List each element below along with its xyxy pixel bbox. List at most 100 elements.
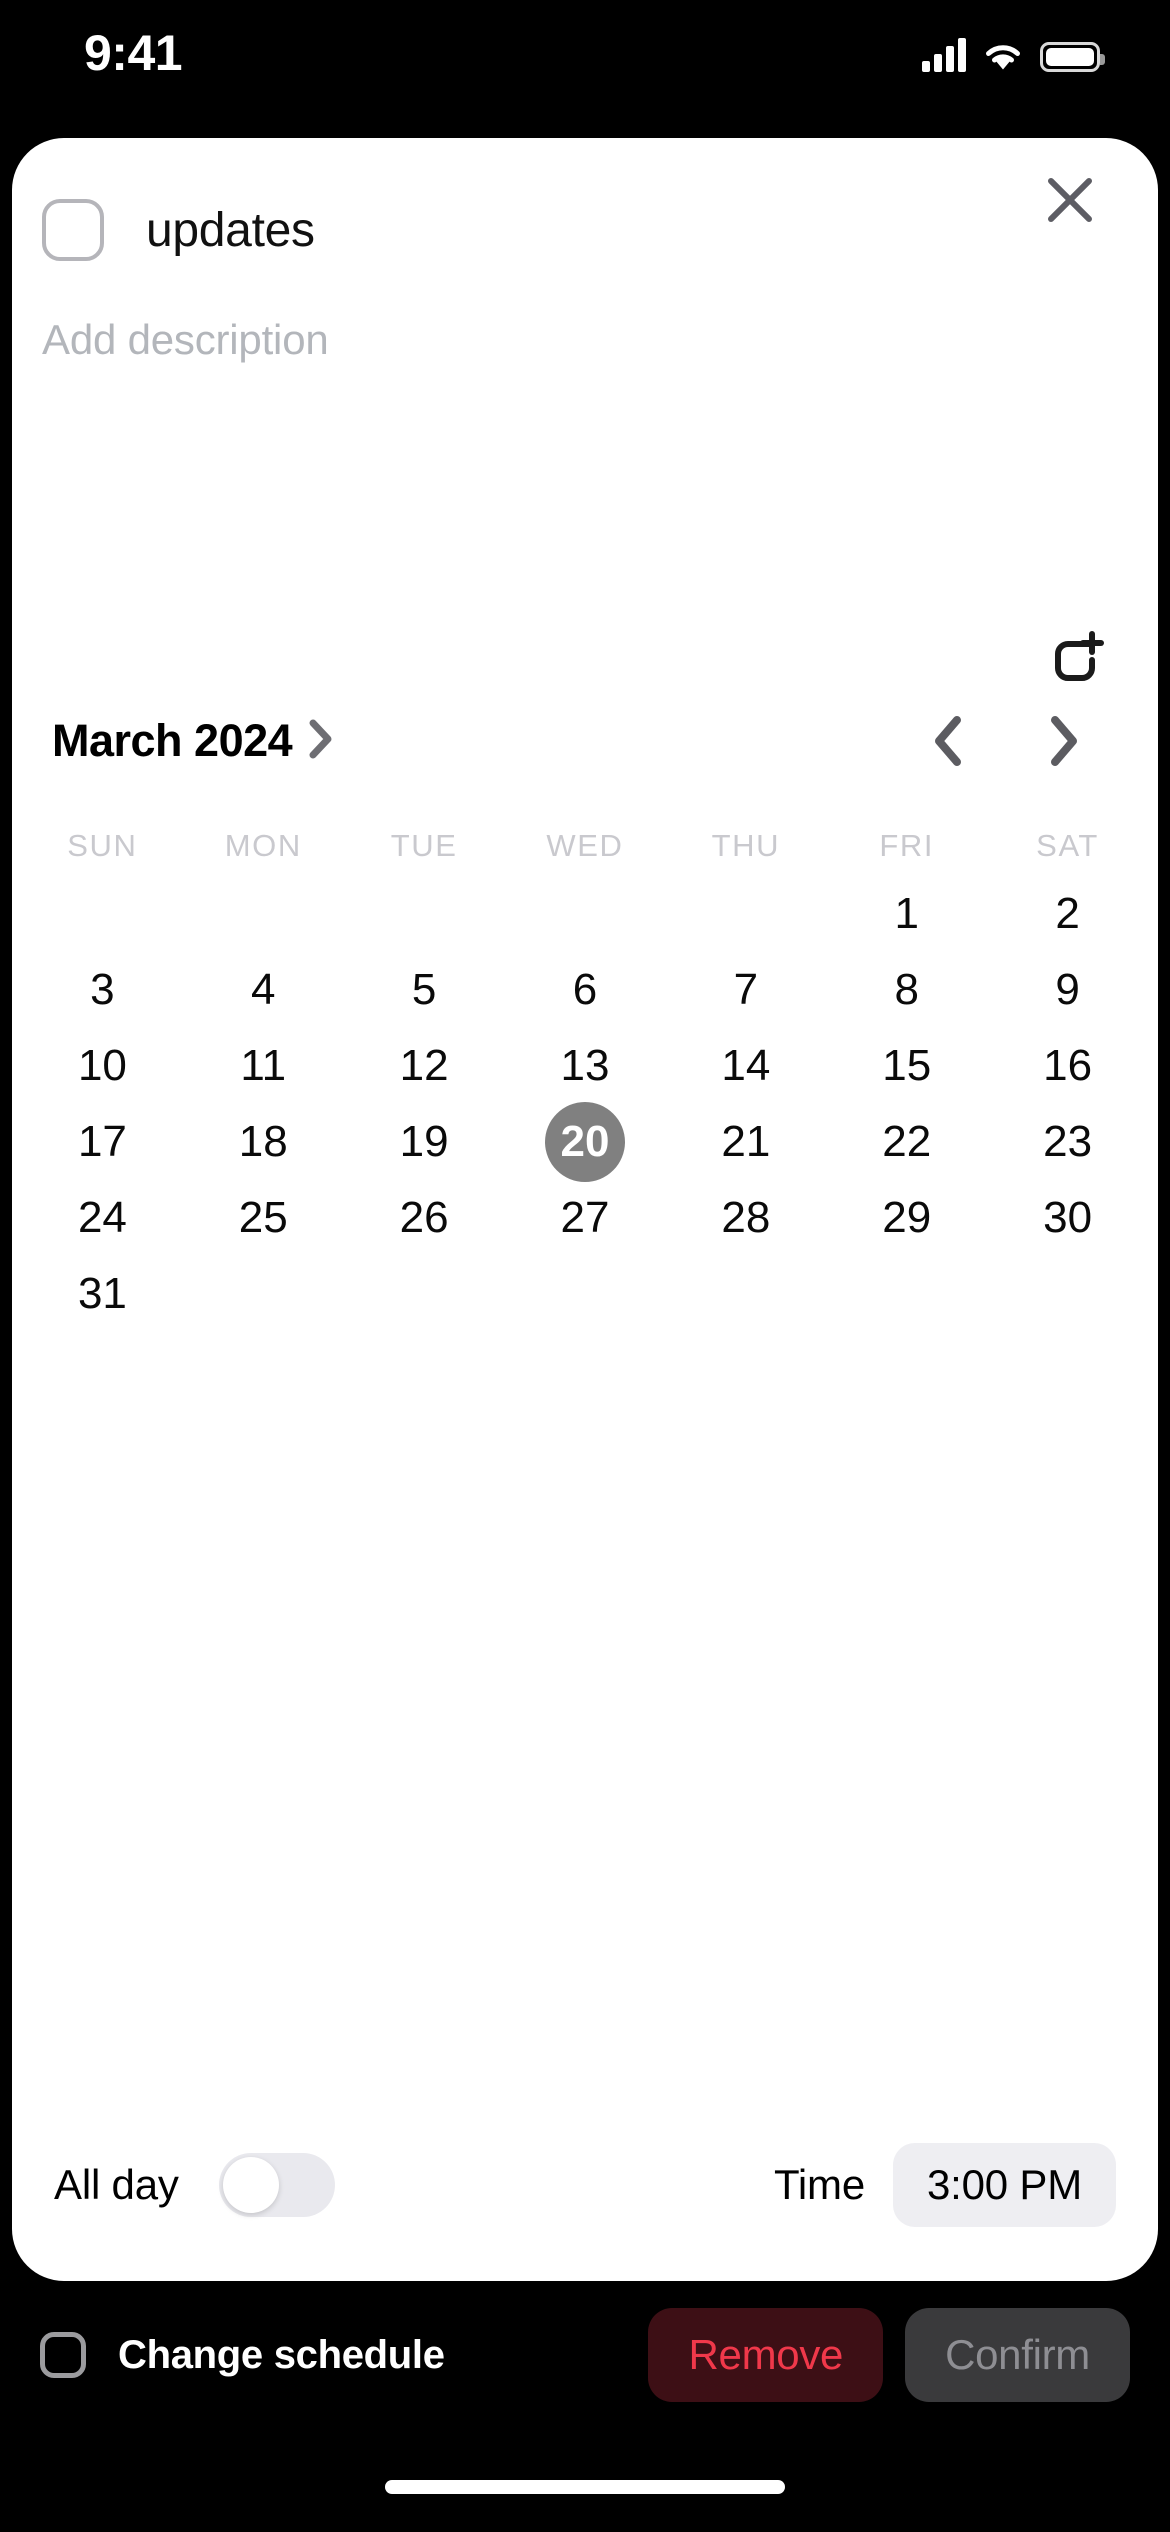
calendar-day-25[interactable]: 25 <box>183 1180 344 1256</box>
calendar-header: March 2024 <box>12 698 1158 784</box>
calendar-day-8[interactable]: 8 <box>826 952 987 1028</box>
calendar-day-5[interactable]: 5 <box>344 952 505 1028</box>
calendar-day-number: 18 <box>238 1117 288 1166</box>
weekday-tue: TUE <box>390 828 458 863</box>
calendar-day-17[interactable]: 17 <box>22 1104 183 1180</box>
calendar-day-number: 25 <box>238 1193 288 1242</box>
weekday-mon: MON <box>224 828 302 863</box>
task-title[interactable]: updates <box>146 203 315 258</box>
calendar-day-11[interactable]: 11 <box>183 1028 344 1104</box>
task-complete-checkbox[interactable] <box>42 199 104 261</box>
calendar-day-29[interactable]: 29 <box>826 1180 987 1256</box>
calendar-day-19[interactable]: 19 <box>344 1104 505 1180</box>
change-schedule-label[interactable]: Change schedule <box>118 2333 445 2378</box>
calendar-day-23[interactable]: 23 <box>987 1104 1148 1180</box>
calendar-day-24[interactable]: 24 <box>22 1180 183 1256</box>
action-bar: Change schedule Remove Confirm <box>0 2296 1170 2414</box>
calendar-day-grid: 1 2 3 4 5 6 7 8 9 10 11 12 13 14 15 16 17 18 19 20 21 22 23 24 2… <box>12 876 1158 1332</box>
calendar-day-21[interactable]: 21 <box>665 1104 826 1180</box>
wifi-icon <box>982 40 1024 72</box>
change-schedule-checkbox[interactable] <box>40 2332 86 2378</box>
calendar-day-number: 7 <box>733 965 759 1014</box>
month-picker-button[interactable]: March 2024 <box>52 715 334 767</box>
calendar-day-31[interactable]: 31 <box>22 1256 183 1332</box>
next-month-button[interactable] <box>1032 709 1096 773</box>
calendar-day-number: 28 <box>721 1193 771 1242</box>
calendar-day-number: 15 <box>882 1041 932 1090</box>
calendar-day-number: 17 <box>77 1117 127 1166</box>
calendar-day-2[interactable]: 2 <box>987 876 1148 952</box>
calendar-day-7[interactable]: 7 <box>665 952 826 1028</box>
weekday-sat: SAT <box>1036 828 1099 863</box>
chevron-right-icon <box>308 718 334 765</box>
calendar-day-18[interactable]: 18 <box>183 1104 344 1180</box>
toggle-knob <box>222 2157 279 2213</box>
task-title-row: updates <box>12 182 1158 278</box>
time-label: Time <box>774 2161 865 2208</box>
month-label: March 2024 <box>52 715 293 766</box>
calendar-day-30[interactable]: 30 <box>987 1180 1148 1256</box>
calendar-day-number: 23 <box>1043 1117 1093 1166</box>
battery-icon <box>1040 42 1105 72</box>
calendar-day-15[interactable]: 15 <box>826 1028 987 1104</box>
calendar-day-27[interactable]: 27 <box>505 1180 666 1256</box>
status-bar-icons <box>922 30 1105 72</box>
status-bar-time: 9:41 <box>84 25 183 81</box>
prev-month-button[interactable] <box>916 709 980 773</box>
calendar-day-number: 19 <box>399 1117 449 1166</box>
weekday-wed: WED <box>546 828 624 863</box>
calendar-weekday-header: SUN MON TUE WED THU FRI SAT <box>12 828 1158 864</box>
calendar-day-26[interactable]: 26 <box>344 1180 505 1256</box>
calendar-nav <box>916 709 1124 773</box>
calendar-day-number: 6 <box>572 965 598 1014</box>
calendar-day-blank <box>22 876 183 952</box>
time-value-button[interactable]: 3:00 PM <box>892 2143 1116 2227</box>
calendar-day-number: 1 <box>894 889 919 938</box>
confirm-button[interactable]: Confirm <box>905 2308 1130 2402</box>
calendar-day-number: 2 <box>1055 889 1080 938</box>
calendar-day-10[interactable]: 10 <box>22 1028 183 1104</box>
calendar-day-28[interactable]: 28 <box>665 1180 826 1256</box>
calendar-day-blank <box>505 876 666 952</box>
calendar-day-number: 8 <box>894 965 919 1014</box>
calendar-day-3[interactable]: 3 <box>22 952 183 1028</box>
calendar-day-number: 16 <box>1043 1041 1093 1090</box>
calendar-day-13[interactable]: 13 <box>505 1028 666 1104</box>
weekday-fri: FRI <box>879 828 935 863</box>
calendar-day-16[interactable]: 16 <box>987 1028 1148 1104</box>
calendar-day-6[interactable]: 6 <box>505 952 666 1028</box>
calendar-day-number: 11 <box>240 1041 287 1090</box>
calendar-day-9[interactable]: 9 <box>987 952 1148 1028</box>
calendar-day-1[interactable]: 1 <box>826 876 987 952</box>
calendar-day-blank <box>344 876 505 952</box>
weekday-sun: SUN <box>67 828 138 863</box>
calendar-day-number: 21 <box>721 1117 771 1166</box>
calendar-day-number: 20 <box>544 1102 625 1182</box>
cellular-signal-icon <box>922 38 966 72</box>
schedule-row: All day Time 3:00 PM <box>12 2143 1158 2227</box>
calendar-day-number: 4 <box>251 965 276 1014</box>
calendar-day-number: 10 <box>77 1041 127 1090</box>
calendar-day-14[interactable]: 14 <box>665 1028 826 1104</box>
task-description-input[interactable]: Add description <box>42 316 329 364</box>
all-day-toggle[interactable] <box>218 2153 335 2217</box>
calendar-day-20[interactable]: 20 <box>505 1102 666 1182</box>
all-day-label: All day <box>54 2161 179 2208</box>
calendar-day-22[interactable]: 22 <box>826 1104 987 1180</box>
status-bar: 9:41 <box>0 0 1170 138</box>
calendar-day-number: 13 <box>560 1041 610 1090</box>
remove-button[interactable]: Remove <box>648 2308 884 2402</box>
add-repeat-icon[interactable] <box>1034 616 1120 702</box>
phone-screen: 9:41 updates Add description March 2024 … <box>0 0 1170 2532</box>
calendar-day-number: 22 <box>882 1117 932 1166</box>
calendar-day-number: 30 <box>1043 1193 1093 1242</box>
calendar-day-4[interactable]: 4 <box>183 952 344 1028</box>
calendar-day-number: 12 <box>399 1041 449 1090</box>
close-icon[interactable] <box>1024 154 1116 246</box>
calendar-day-12[interactable]: 12 <box>344 1028 505 1104</box>
calendar-day-number: 27 <box>560 1193 610 1242</box>
calendar-day-number: 24 <box>77 1193 127 1242</box>
weekday-thu: THU <box>711 828 781 863</box>
calendar-day-blank <box>183 876 344 952</box>
calendar-day-number: 3 <box>90 965 115 1014</box>
